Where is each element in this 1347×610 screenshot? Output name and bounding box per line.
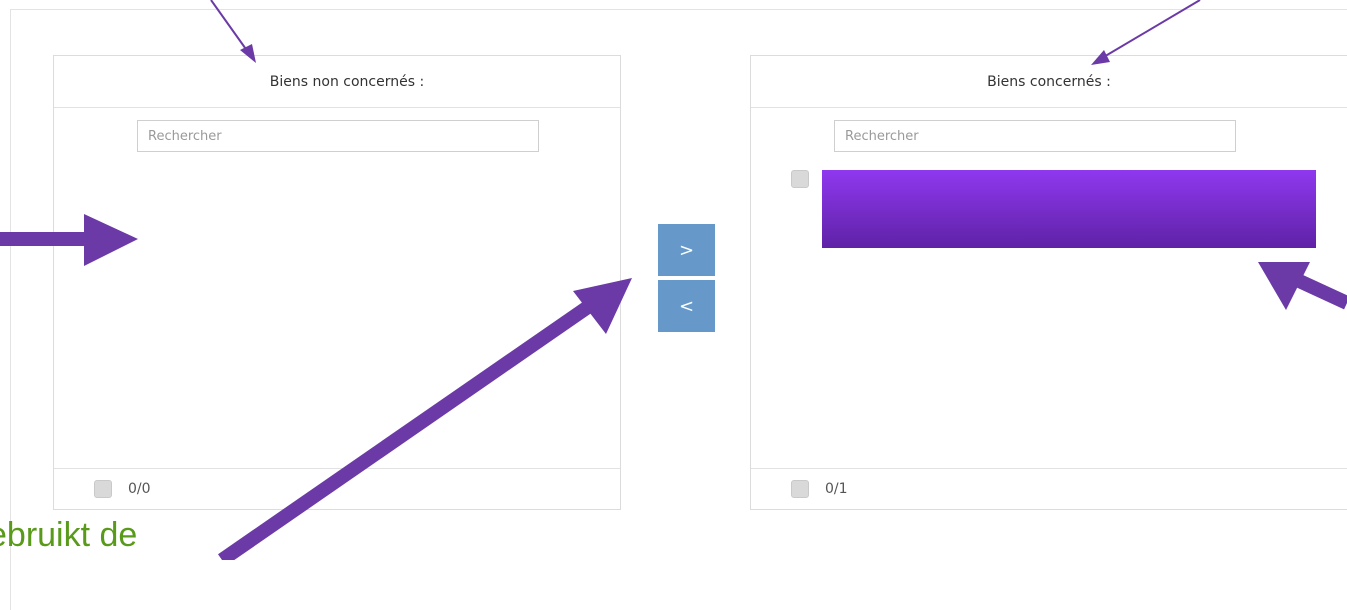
select-all-available-checkbox[interactable] [94,480,112,498]
redacted-list-item[interactable] [822,170,1316,248]
list-item-checkbox[interactable] [791,170,809,188]
selected-items-title: Biens concernés : [751,56,1347,108]
selected-counter: 0/1 [825,481,848,497]
move-left-button[interactable]: < [658,280,715,332]
chevron-left-icon: < [678,295,695,317]
annotation-text: ebruikt de [0,516,138,554]
chevron-right-icon: > [678,239,695,261]
available-footer: 0/0 [54,468,620,509]
selected-footer: 0/1 [751,468,1347,509]
available-items-panel: Biens non concernés : 0/0 [53,55,621,510]
available-search-input[interactable] [137,120,539,152]
select-all-selected-checkbox[interactable] [791,480,809,498]
selected-items-panel: Biens concernés : 0/1 [750,55,1347,510]
selected-search-input[interactable] [834,120,1236,152]
available-counter: 0/0 [128,481,151,497]
move-right-button[interactable]: > [658,224,715,276]
available-items-title: Biens non concernés : [54,56,620,108]
